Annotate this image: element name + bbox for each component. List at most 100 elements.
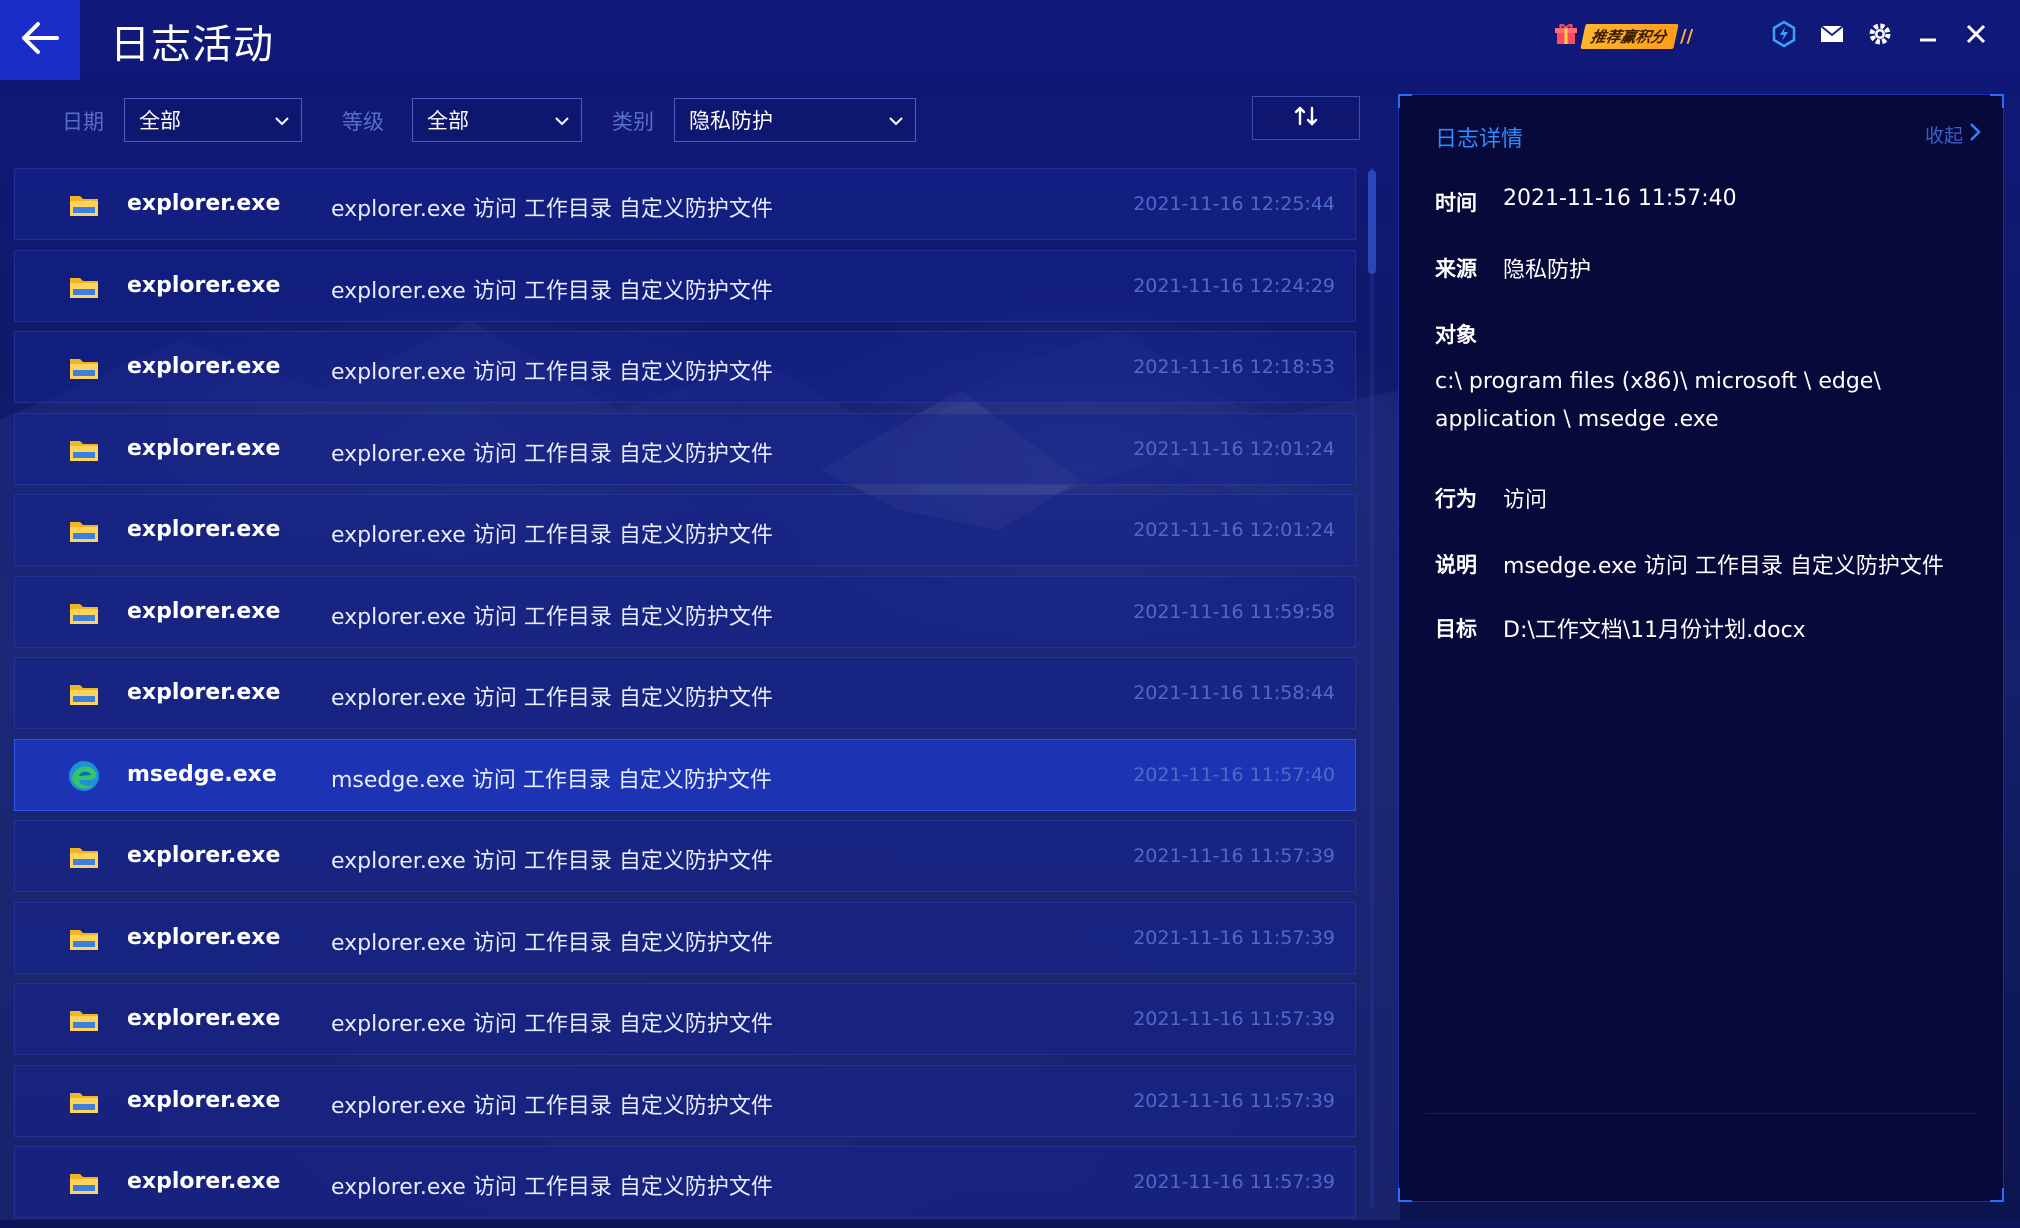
log-description: explorer.exe 访问 工作目录 自定义防护文件 xyxy=(331,1175,773,1200)
process-name: explorer.exe xyxy=(127,1169,281,1194)
log-timestamp: 2021-11-16 11:57:39 xyxy=(1133,1089,1335,1112)
panel-corner xyxy=(1990,94,2004,108)
panel-corner xyxy=(1398,94,1412,108)
log-description: explorer.exe 访问 工作目录 自定义防护文件 xyxy=(331,1012,773,1037)
folder-icon xyxy=(67,1003,101,1037)
folder-icon xyxy=(67,1085,101,1119)
time-label: 时间 xyxy=(1435,191,1477,215)
collapse-button[interactable]: 收起 xyxy=(1925,121,1981,148)
scrollbar-thumb[interactable] xyxy=(1368,170,1376,274)
minimize-icon[interactable] xyxy=(1914,18,1942,50)
log-row[interactable]: explorer.exe explorer.exe 访问 工作目录 自定义防护文件… xyxy=(14,168,1356,240)
process-name: explorer.exe xyxy=(127,191,281,216)
log-timestamp: 2021-11-16 12:25:44 xyxy=(1133,193,1335,215)
chevron-right-icon xyxy=(1969,122,1981,147)
log-row[interactable]: explorer.exe explorer.exe 访问 工作目录 自定义防护文件… xyxy=(14,657,1356,729)
level-filter-select[interactable]: 全部 xyxy=(412,98,582,142)
chevron-down-icon xyxy=(887,111,905,135)
folder-icon xyxy=(67,840,101,874)
promo-label: 推荐赢积分 xyxy=(1580,23,1679,49)
process-name: explorer.exe xyxy=(127,598,281,624)
back-button[interactable] xyxy=(0,0,80,80)
log-row[interactable]: explorer.exe explorer.exe 访问 工作目录 自定义防护文件… xyxy=(14,1064,1356,1137)
gift-icon xyxy=(1555,22,1577,50)
log-description: explorer.exe 访问 工作目录 自定义防护文件 xyxy=(331,849,773,874)
log-row[interactable]: explorer.exe explorer.exe 访问 工作目录 自定义防护文件… xyxy=(14,494,1356,566)
object-label: 对象 xyxy=(1435,323,1477,347)
process-name: explorer.exe xyxy=(127,435,281,461)
log-list[interactable]: explorer.exe explorer.exe 访问 工作目录 自定义防护文件… xyxy=(14,168,1356,1228)
process-name: explorer.exe xyxy=(127,843,281,868)
log-row[interactable]: explorer.exe explorer.exe 访问 工作目录 自定义防护文件… xyxy=(14,331,1356,403)
folder-icon xyxy=(67,188,101,222)
log-timestamp: 2021-11-16 11:57:39 xyxy=(1133,1171,1335,1193)
log-timestamp: 2021-11-16 11:58:44 xyxy=(1133,682,1335,704)
log-row[interactable]: explorer.exe explorer.exe 访问 工作目录 自定义防护文件… xyxy=(14,820,1356,892)
promo-stripes: // xyxy=(1680,25,1694,47)
log-timestamp: 2021-11-16 12:01:24 xyxy=(1133,519,1335,541)
folder-icon xyxy=(67,514,101,548)
log-timestamp: 2021-11-16 11:59:58 xyxy=(1133,600,1335,623)
boost-icon[interactable] xyxy=(1770,18,1798,50)
chevron-down-icon xyxy=(553,111,571,135)
log-description: explorer.exe 访问 工作目录 自定义防护文件 xyxy=(331,523,773,548)
category-filter-value: 隐私防护 xyxy=(689,109,773,133)
log-row[interactable]: msedge.exe msedge.exe 访问 工作目录 自定义防护文件 2021… xyxy=(14,738,1356,811)
log-description: explorer.exe 访问 工作目录 自定义防护文件 xyxy=(331,197,773,222)
log-timestamp: 2021-11-16 12:01:24 xyxy=(1133,437,1335,460)
log-row[interactable]: explorer.exe explorer.exe 访问 工作目录 自定义防护文件… xyxy=(14,575,1356,648)
source-value: 隐私防护 xyxy=(1503,258,1592,283)
folder-icon xyxy=(67,596,101,630)
folder-icon xyxy=(67,922,101,956)
log-row[interactable]: explorer.exe explorer.exe 访问 工作目录 自定义防护文件… xyxy=(14,983,1356,1055)
page-title: 日志活动 xyxy=(110,22,274,68)
log-timestamp: 2021-11-16 12:18:53 xyxy=(1133,356,1335,378)
log-timestamp: 2021-11-16 11:57:39 xyxy=(1133,926,1335,949)
scrollbar-track[interactable] xyxy=(1370,168,1374,1208)
target-label: 目标 xyxy=(1435,617,1477,641)
log-timestamp: 2021-11-16 11:57:40 xyxy=(1133,763,1335,786)
log-description: explorer.exe 访问 工作目录 自定义防护文件 xyxy=(331,1093,773,1119)
date-filter-select[interactable]: 全部 xyxy=(124,98,302,142)
process-name: explorer.exe xyxy=(127,680,281,705)
log-row[interactable]: explorer.exe explorer.exe 访问 工作目录 自定义防护文件… xyxy=(14,901,1356,974)
log-description: explorer.exe 访问 工作目录 自定义防护文件 xyxy=(331,278,773,304)
close-icon[interactable] xyxy=(1962,18,1990,50)
log-description: explorer.exe 访问 工作目录 自定义防护文件 xyxy=(331,360,773,385)
folder-icon xyxy=(67,270,101,304)
sort-toggle-button[interactable] xyxy=(1252,96,1360,140)
target-value: D:\工作文档\11月份计划.docx xyxy=(1503,618,1806,643)
process-name: explorer.exe xyxy=(127,1006,281,1031)
log-timestamp: 2021-11-16 11:57:39 xyxy=(1133,1008,1335,1030)
folder-icon xyxy=(67,1166,101,1200)
date-filter-value: 全部 xyxy=(139,109,181,133)
action-label: 行为 xyxy=(1435,487,1477,511)
collapse-label: 收起 xyxy=(1924,125,1963,147)
log-row[interactable]: explorer.exe explorer.exe 访问 工作目录 自定义防护文件… xyxy=(14,1146,1356,1218)
log-row[interactable]: explorer.exe explorer.exe 访问 工作目录 自定义防护文件… xyxy=(14,412,1356,485)
log-description: explorer.exe 访问 工作目录 自定义防护文件 xyxy=(331,604,773,630)
log-detail-panel: 日志详情 收起 时间 2021-11-16 11:57:40 来源 隐私防护 对… xyxy=(1398,94,2004,1202)
process-name: explorer.exe xyxy=(127,517,281,542)
panel-corner xyxy=(1398,1188,1412,1202)
log-timestamp: 2021-11-16 11:57:39 xyxy=(1133,845,1335,867)
description-value: msedge.exe 访问 工作目录 自定义防护文件 xyxy=(1503,554,1944,579)
promo-badge[interactable]: 推荐赢积分 // xyxy=(1555,22,1693,50)
detail-panel-title: 日志详情 xyxy=(1435,127,1524,152)
swap-arrows-icon xyxy=(1293,104,1319,132)
mail-icon[interactable] xyxy=(1818,18,1846,50)
category-filter-label: 类别 xyxy=(612,110,654,134)
process-name: explorer.exe xyxy=(127,1087,281,1113)
arrow-left-icon xyxy=(20,21,60,59)
log-description: explorer.exe 访问 工作目录 自定义防护文件 xyxy=(331,930,773,956)
process-name: explorer.exe xyxy=(127,354,281,379)
chevron-down-icon xyxy=(273,111,291,135)
log-row[interactable]: explorer.exe explorer.exe 访问 工作目录 自定义防护文件… xyxy=(14,249,1356,322)
gear-icon[interactable] xyxy=(1866,18,1894,50)
category-filter-select[interactable]: 隐私防护 xyxy=(674,98,916,142)
process-name: explorer.exe xyxy=(127,924,281,950)
panel-divider xyxy=(1425,1113,1977,1114)
process-name: explorer.exe xyxy=(127,272,281,298)
process-name: msedge.exe xyxy=(127,761,277,787)
description-label: 说明 xyxy=(1435,553,1477,577)
